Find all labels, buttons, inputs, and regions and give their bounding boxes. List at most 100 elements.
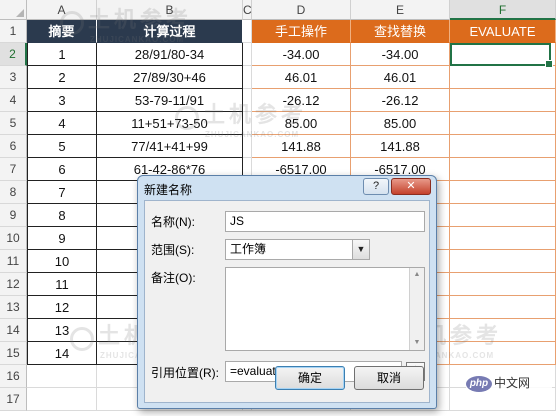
php-logo-icon: php	[466, 375, 492, 392]
header-evaluate[interactable]: EVALUATE	[450, 20, 556, 43]
col-header-f[interactable]: F	[450, 0, 556, 20]
cell-evaluate[interactable]	[450, 158, 556, 181]
cell-evaluate[interactable]	[450, 227, 556, 250]
name-input[interactable]: JS	[225, 211, 425, 232]
cell-c[interactable]	[243, 43, 252, 66]
cell-manual[interactable]: 46.01	[252, 66, 351, 89]
row-header-13[interactable]: 13	[0, 296, 27, 319]
new-name-dialog: 新建名称 ? ✕ 名称(N): JS 范围(S): 工作簿 ▼ 备注(O): ▲…	[137, 175, 437, 409]
cell-calc-process[interactable]: 53-79-11/91	[97, 89, 243, 112]
col-header-b[interactable]: B	[97, 0, 243, 20]
scope-select[interactable]: 工作簿 ▼	[225, 239, 370, 260]
header-manual[interactable]: 手工操作	[252, 20, 351, 43]
col-header-e[interactable]: E	[351, 0, 450, 20]
cell-summary[interactable]: 11	[27, 273, 97, 296]
row-header-7[interactable]: 7	[0, 158, 27, 181]
cell-find-replace[interactable]: -34.00	[351, 43, 450, 66]
cell-c[interactable]	[243, 135, 252, 158]
col-header-a[interactable]: A	[27, 0, 97, 20]
cell-evaluate[interactable]	[450, 89, 556, 112]
row-header-9[interactable]: 9	[0, 204, 27, 227]
row-header-4[interactable]: 4	[0, 89, 27, 112]
badge-text: 中文网	[494, 376, 531, 390]
comment-scrollbar[interactable]: ▲ ▼	[409, 268, 424, 350]
row-header-6[interactable]: 6	[0, 135, 27, 158]
row-header-5[interactable]: 5	[0, 112, 27, 135]
header-calc-process[interactable]: 计算过程	[97, 20, 243, 43]
cell-summary[interactable]: 8	[27, 204, 97, 227]
header-find-replace[interactable]: 查找替换	[351, 20, 450, 43]
row-header-2[interactable]: 2	[0, 43, 27, 66]
active-cell-f2[interactable]	[450, 43, 553, 68]
cell-evaluate[interactable]	[450, 296, 556, 319]
cell-find-replace[interactable]: -26.12	[351, 89, 450, 112]
cell-summary[interactable]: 7	[27, 181, 97, 204]
row-header-14[interactable]: 14	[0, 319, 27, 342]
scroll-down-icon[interactable]: ▼	[410, 336, 424, 350]
chevron-down-icon[interactable]: ▼	[352, 240, 369, 259]
close-button[interactable]: ✕	[391, 178, 431, 195]
cancel-button[interactable]: 取消	[354, 366, 424, 390]
row-header-3[interactable]: 3	[0, 66, 27, 89]
cell-calc-process[interactable]: 28/91/80-34	[97, 43, 243, 66]
cell-summary[interactable]: 14	[27, 342, 97, 365]
cell-manual[interactable]: 85.00	[252, 112, 351, 135]
help-button[interactable]: ?	[363, 178, 389, 195]
row-header-16[interactable]: 16	[0, 365, 27, 388]
cell-find-replace[interactable]: 46.01	[351, 66, 450, 89]
scroll-up-icon[interactable]: ▲	[410, 268, 424, 282]
cell-evaluate[interactable]	[450, 342, 556, 365]
cell-summary[interactable]: 12	[27, 296, 97, 319]
cell-summary[interactable]: 3	[27, 89, 97, 112]
col-header-c[interactable]: C	[243, 0, 252, 20]
cell-summary[interactable]: 9	[27, 227, 97, 250]
ref-label: 引用位置(R):	[151, 366, 219, 380]
cell-evaluate[interactable]	[450, 135, 556, 158]
row-header-17[interactable]: 17	[0, 388, 27, 411]
cell-calc-process[interactable]: 77/41+41+99	[97, 135, 243, 158]
cell-summary[interactable]: 1	[27, 43, 97, 66]
row-header-15[interactable]: 15	[0, 342, 27, 365]
cell-summary[interactable]: 10	[27, 250, 97, 273]
row-header-10[interactable]: 10	[0, 227, 27, 250]
cell-find-replace[interactable]: 85.00	[351, 112, 450, 135]
col-header-d[interactable]: D	[252, 0, 351, 20]
cell-summary[interactable]: 2	[27, 66, 97, 89]
cell-evaluate[interactable]	[450, 66, 556, 89]
row-header-8[interactable]: 8	[0, 181, 27, 204]
cell-summary[interactable]: 13	[27, 319, 97, 342]
cell-evaluate[interactable]	[450, 112, 556, 135]
close-icon: ✕	[406, 180, 416, 192]
cell-manual[interactable]: -26.12	[252, 89, 351, 112]
cell-summary[interactable]: 4	[27, 112, 97, 135]
php-cn-badge: php 中文网	[466, 372, 552, 394]
cell-summary[interactable]: 5	[27, 135, 97, 158]
cell-empty[interactable]	[27, 365, 97, 388]
dialog-title: 新建名称	[144, 183, 193, 197]
cell-evaluate[interactable]	[450, 273, 556, 296]
cell-empty[interactable]	[27, 388, 97, 411]
row-header-1[interactable]: 1	[0, 20, 27, 43]
name-label: 名称(N):	[151, 215, 195, 229]
cell-evaluate[interactable]	[450, 250, 556, 273]
cell-calc-process[interactable]: 11+51+73-50	[97, 112, 243, 135]
cell-summary[interactable]: 6	[27, 158, 97, 181]
cell-evaluate[interactable]	[450, 181, 556, 204]
cell-c[interactable]	[243, 66, 252, 89]
row-header-11[interactable]: 11	[0, 250, 27, 273]
cell-find-replace[interactable]: 141.88	[351, 135, 450, 158]
cell-manual[interactable]: -34.00	[252, 43, 351, 66]
cell-manual[interactable]: 141.88	[252, 135, 351, 158]
cell-evaluate[interactable]	[450, 204, 556, 227]
scope-value: 工作簿	[230, 242, 267, 256]
cell-c1[interactable]	[243, 20, 252, 43]
cell-evaluate[interactable]	[450, 319, 556, 342]
header-summary[interactable]: 摘要	[27, 20, 97, 43]
comment-textarea[interactable]: ▲ ▼	[225, 267, 425, 351]
row-header-12[interactable]: 12	[0, 273, 27, 296]
cell-c[interactable]	[243, 112, 252, 135]
cell-c[interactable]	[243, 89, 252, 112]
cell-calc-process[interactable]: 27/89/30+46	[97, 66, 243, 89]
ok-button[interactable]: 确定	[275, 366, 345, 390]
select-all-corner[interactable]	[0, 0, 27, 20]
